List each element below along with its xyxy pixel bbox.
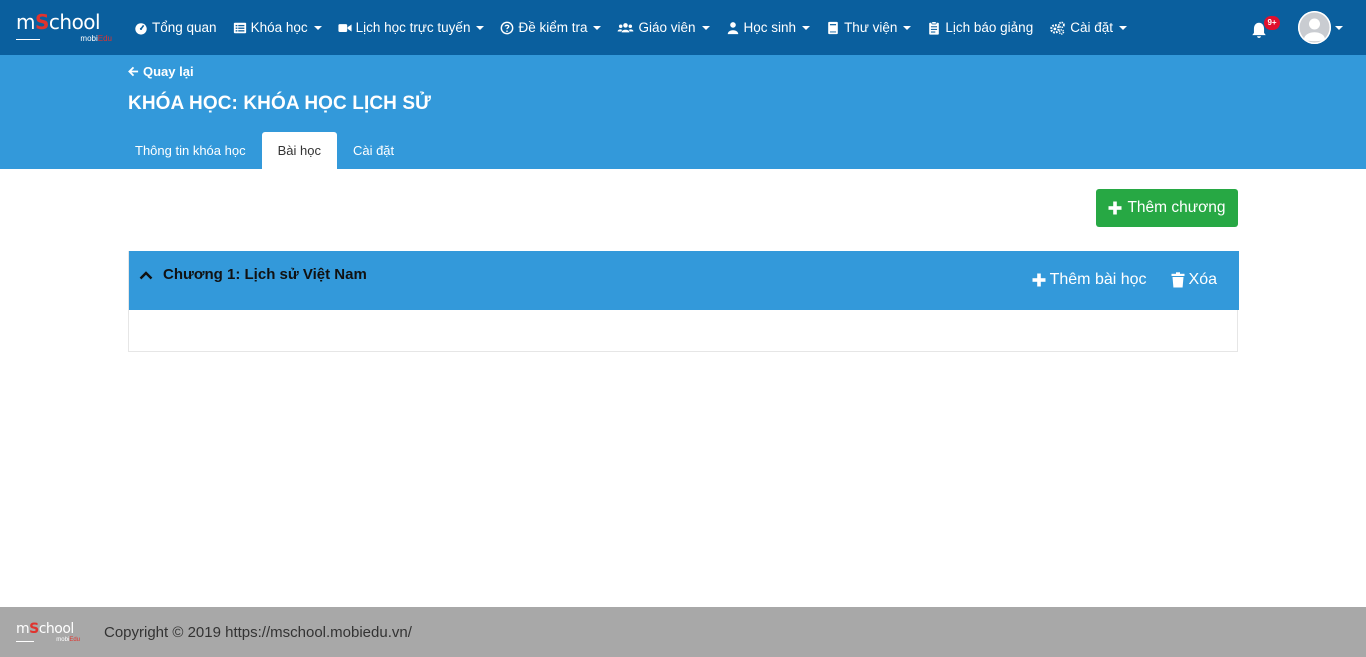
nav-label: Lịch báo giảng xyxy=(945,20,1034,35)
tab-bai-hoc[interactable]: Bài học xyxy=(261,132,337,169)
book-icon xyxy=(828,21,838,34)
user-icon xyxy=(727,21,738,34)
nav-item-lich-bao-giang[interactable]: Lịch báo giảng xyxy=(927,20,1033,35)
plus-icon xyxy=(1032,273,1046,287)
delete-label: Xóa xyxy=(1188,271,1217,288)
top-navbar: mSchool mobiEdu Tổng quan Khóa học Lịch … xyxy=(0,0,1366,55)
chapter-title: Chương 1: Lịch sử Việt Nam xyxy=(163,266,367,283)
nav-label: Thư viện xyxy=(844,20,898,35)
chevron-down-icon xyxy=(593,25,602,30)
chevron-down-icon xyxy=(476,25,485,30)
clipboard-icon xyxy=(929,20,940,35)
nav-item-lich-hoc-truc-tuyen[interactable]: Lịch học trực tuyến xyxy=(338,20,485,35)
nav-label: Lịch học trực tuyến xyxy=(355,20,471,35)
gears-icon xyxy=(1050,21,1065,35)
course-header: Quay lại KHÓA HỌC: KHÓA HỌC LỊCH SỬ Thôn… xyxy=(0,55,1366,169)
chevron-down-icon xyxy=(313,25,322,30)
question-icon xyxy=(501,21,514,34)
add-lesson-label: Thêm bài học xyxy=(1049,271,1147,288)
nav-label: Khóa học xyxy=(250,20,308,35)
add-chapter-label: Thêm chương xyxy=(1127,199,1226,216)
footer: mSchool mobiEdu Copyright © 2019 https:/… xyxy=(0,607,1366,657)
tab-thong-tin-khoa-hoc[interactable]: Thông tin khóa học xyxy=(119,132,262,169)
add-lesson-button[interactable]: Thêm bài học xyxy=(1032,271,1147,289)
chevron-down-icon[interactable] xyxy=(1335,26,1343,30)
nav-item-de-kiem-tra[interactable]: Đề kiểm tra xyxy=(500,20,602,35)
list-icon xyxy=(233,22,246,33)
nav-label: Cài đặt xyxy=(1070,20,1113,35)
main-nav: Tổng quan Khóa học Lịch học trực tuyến Đ… xyxy=(134,0,1143,55)
video-icon xyxy=(338,23,352,32)
tab-cai-dat[interactable]: Cài đặt xyxy=(337,132,410,169)
delete-chapter-button[interactable]: Xóa xyxy=(1171,271,1217,289)
nav-item-khoa-hoc[interactable]: Khóa học xyxy=(233,20,322,35)
nav-item-thu-vien[interactable]: Thư viện xyxy=(826,20,912,35)
nav-label: Đề kiểm tra xyxy=(518,20,588,35)
avatar[interactable] xyxy=(1298,11,1331,44)
copyright-text: Copyright © 2019 https://mschool.mobiedu… xyxy=(104,624,412,641)
back-label: Quay lại xyxy=(143,64,194,79)
logo-wordmark: mSchool xyxy=(16,621,74,637)
chevron-up-icon[interactable] xyxy=(139,268,153,282)
chapter-header[interactable]: Chương 1: Lịch sử Việt Nam Thêm bài học … xyxy=(129,251,1239,310)
nav-label: Tổng quan xyxy=(152,20,217,35)
logo-subbrand: mobiEdu xyxy=(16,34,112,44)
chevron-down-icon xyxy=(903,25,912,30)
notification-badge: 9+ xyxy=(1264,16,1280,30)
nav-item-tong-quan[interactable]: Tổng quan xyxy=(134,20,217,35)
nav-label: Học sinh xyxy=(743,20,797,35)
chevron-down-icon xyxy=(1118,25,1127,30)
trash-icon xyxy=(1171,272,1185,288)
chapter-panel: Chương 1: Lịch sử Việt Nam Thêm bài học … xyxy=(128,251,1239,352)
logo-wordmark: mSchool xyxy=(16,10,101,34)
chapter-actions: Thêm bài học Xóa xyxy=(1008,271,1217,289)
footer-logo: mSchool mobiEdu xyxy=(16,622,80,646)
add-chapter-button[interactable]: Thêm chương xyxy=(1096,189,1238,227)
page-title: KHÓA HỌC: KHÓA HỌC LỊCH SỬ xyxy=(128,93,432,114)
mschool-logo[interactable]: mSchool mobiEdu xyxy=(16,12,112,46)
course-tabs: Thông tin khóa học Bài học Cài đặt xyxy=(119,132,410,169)
user-avatar-icon xyxy=(1298,11,1331,44)
back-link[interactable]: Quay lại xyxy=(128,64,194,79)
nav-item-hoc-sinh[interactable]: Học sinh xyxy=(726,20,811,35)
nav-item-giao-vien[interactable]: Giáo viên xyxy=(617,20,710,35)
arrow-left-icon xyxy=(128,66,139,77)
plus-icon xyxy=(1108,201,1122,215)
users-icon xyxy=(618,22,634,32)
chevron-down-icon xyxy=(802,25,811,30)
chevron-down-icon xyxy=(701,25,710,30)
logo-subbrand: mobiEdu xyxy=(16,637,80,643)
dashboard-icon xyxy=(135,22,147,35)
nav-label: Giáo viên xyxy=(638,20,696,35)
nav-item-cai-dat[interactable]: Cài đặt xyxy=(1049,20,1127,35)
